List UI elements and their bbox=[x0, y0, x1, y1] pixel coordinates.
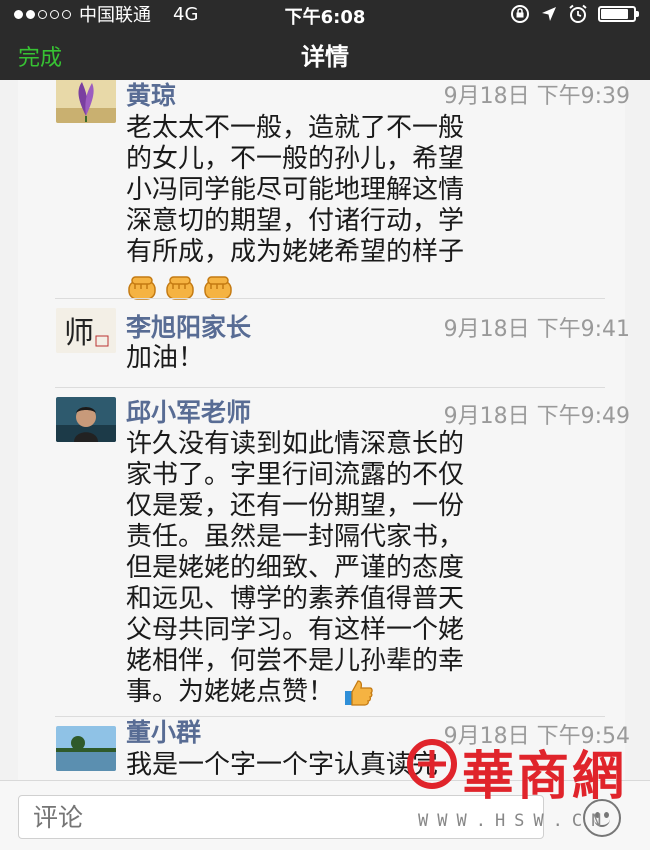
thumbs-up-emoji-icon bbox=[345, 679, 374, 706]
comment-timestamp: 9月18日 下午9:54 bbox=[443, 724, 630, 749]
comment-timestamp: 9月18日 下午9:49 bbox=[443, 404, 630, 429]
comment-text: 我是一个字一个字认真读完 bbox=[126, 750, 596, 780]
comment-text: 许久没有读到如此情深意长的 家书了。字里行间流露的不仅 仅是爱，还有一份期望，一… bbox=[126, 429, 596, 708]
comment-line: 责任。虽然是一封隔代家书， bbox=[126, 522, 465, 552]
comment-line: 深意切的期望，付诸行动，学 bbox=[126, 206, 465, 236]
avatar[interactable] bbox=[56, 726, 116, 771]
alarm-icon bbox=[569, 4, 587, 23]
status-bar: 中国联通 4G 下午6:08 bbox=[0, 0, 650, 28]
network-label: 4G bbox=[173, 3, 199, 25]
comment-timestamp: 9月18日 下午9:41 bbox=[443, 317, 630, 342]
avatar[interactable]: 师 bbox=[56, 308, 116, 353]
page-title: 详情 bbox=[301, 42, 349, 71]
comment-text: 老太太不一般，造就了不一般 的女儿，不一般的孙儿，希望 小冯同学能尽可能地理解这… bbox=[126, 113, 596, 303]
comment-divider bbox=[55, 298, 605, 299]
avatar-calligraphy: 师 bbox=[64, 316, 94, 351]
nav-bar: 完成 详情 bbox=[0, 28, 650, 80]
comment-line: 老太太不一般，造就了不一般 bbox=[126, 113, 465, 143]
commenter-name[interactable]: 李旭阳家长 bbox=[126, 308, 251, 344]
commenter-name[interactable]: 董小群 bbox=[126, 713, 201, 749]
comment-bar bbox=[0, 780, 650, 850]
comment-line: 加油！ bbox=[126, 343, 205, 373]
comment-line: 但是姥姥的细致、严谨的态度 bbox=[126, 553, 465, 583]
avatar[interactable] bbox=[56, 80, 116, 123]
comment-divider bbox=[55, 387, 605, 388]
comment-line-with-emoji: 事。为姥姥点赞！ bbox=[126, 677, 596, 708]
comment-feed[interactable]: 黄琼 9月18日 下午9:39 老太太不一般，造就了不一般 的女儿，不一般的孙儿… bbox=[0, 80, 650, 780]
status-left: 中国联通 4G bbox=[14, 1, 198, 27]
carrier-label: 中国联通 bbox=[79, 5, 151, 26]
location-icon bbox=[542, 7, 556, 21]
rotation-lock-icon bbox=[511, 5, 529, 23]
signal-strength-icon bbox=[14, 9, 71, 19]
comment-line: 和远见、博学的素养值得普天 bbox=[126, 584, 465, 614]
commenter-name[interactable]: 邱小军老师 bbox=[126, 393, 251, 429]
comment-line: 我是一个字一个字认真读完 bbox=[126, 750, 439, 780]
comment-line: 仅是爱，还有一份期望，一份 bbox=[126, 491, 465, 521]
comment-line: 事。为姥姥点赞！ bbox=[126, 677, 335, 707]
comment-text: 加油！ bbox=[126, 343, 596, 374]
comment-timestamp: 9月18日 下午9:39 bbox=[443, 84, 630, 109]
battery-icon bbox=[598, 6, 639, 22]
emoji-picker-icon[interactable] bbox=[583, 799, 621, 837]
comment-line: 许久没有读到如此情深意长的 bbox=[126, 429, 465, 459]
avatar[interactable] bbox=[56, 397, 116, 442]
done-button[interactable]: 完成 bbox=[18, 40, 62, 72]
comment-line: 有所成，成为姥姥希望的样子 bbox=[126, 237, 465, 267]
comment-line: 父母共同学习。有这样一个姥 bbox=[126, 615, 465, 645]
comment-input[interactable] bbox=[18, 795, 544, 839]
comment-line: 小冯同学能尽可能地理解这情 bbox=[126, 175, 465, 205]
comment-line: 家书了。字里行间流露的不仅 bbox=[126, 460, 465, 490]
commenter-name[interactable]: 黄琼 bbox=[126, 80, 176, 112]
comment-line: 的女儿，不一般的孙儿，希望 bbox=[126, 144, 465, 174]
status-right bbox=[510, 4, 639, 24]
comment-line: 姥相伴，何尝不是儿孙辈的幸 bbox=[126, 646, 465, 676]
